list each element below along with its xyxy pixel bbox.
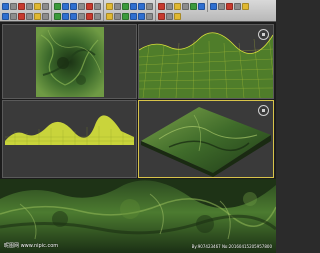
render-setup-icon[interactable] <box>226 2 233 10</box>
unlink-icon[interactable] <box>26 2 33 10</box>
modify-icon[interactable] <box>10 12 17 20</box>
select-filter-icon[interactable] <box>42 2 49 10</box>
undo-icon[interactable] <box>2 2 9 10</box>
field-of-view-icon[interactable] <box>146 12 153 20</box>
bind-icon[interactable] <box>34 2 41 10</box>
systems-icon[interactable] <box>106 12 113 20</box>
window-crossing-icon[interactable] <box>78 2 85 10</box>
spinner-snap-icon[interactable] <box>158 2 165 10</box>
watermark-text: 昵图网 www.nipic.com <box>4 243 59 249</box>
create-icon[interactable] <box>2 12 9 20</box>
3ds-max-workspace: 昵图网 www.nipic.com By:907423467 No:201604… <box>0 0 276 253</box>
orbit-icon[interactable] <box>166 12 173 20</box>
pivot-icon[interactable] <box>122 2 129 10</box>
viewcube-icon[interactable] <box>258 105 269 116</box>
zoom-extents-icon[interactable] <box>138 12 145 20</box>
rendered-frame: 昵图网 www.nipic.com By:907423467 No:201604… <box>0 179 276 253</box>
shapes-icon[interactable] <box>62 12 69 20</box>
watermark-id: By:907423467 No:20160415205957800 <box>191 244 272 249</box>
perspective-terrain <box>139 101 273 177</box>
scale-icon[interactable] <box>106 2 113 10</box>
link-icon[interactable] <box>18 2 25 10</box>
pan-icon[interactable] <box>158 12 165 20</box>
layer-icon[interactable] <box>190 2 197 10</box>
toolbar-separator <box>103 10 104 21</box>
toolbar-row-1 <box>0 0 276 12</box>
hierarchy-icon[interactable] <box>18 12 25 20</box>
snap-icon[interactable] <box>130 2 137 10</box>
spacewarps-icon[interactable] <box>94 12 101 20</box>
toolbar-row-2 <box>0 10 276 21</box>
align-icon[interactable] <box>182 2 189 10</box>
zoom-all-icon[interactable] <box>130 12 137 20</box>
schematic-icon[interactable] <box>210 2 217 10</box>
viewport-left[interactable] <box>2 100 137 178</box>
geometry-icon[interactable] <box>54 12 61 20</box>
toolbar-separator <box>51 10 52 21</box>
utilities-icon[interactable] <box>42 12 49 20</box>
viewcube-icon[interactable] <box>258 29 269 40</box>
curve-editor-icon[interactable] <box>198 2 205 10</box>
rendered-frame-icon[interactable] <box>234 2 241 10</box>
zoom-icon[interactable] <box>122 12 129 20</box>
material-editor-icon[interactable] <box>218 2 225 10</box>
named-selection-icon[interactable] <box>166 2 173 10</box>
rotate-icon[interactable] <box>94 2 101 10</box>
percent-snap-icon[interactable] <box>146 2 153 10</box>
select-by-name-icon[interactable] <box>62 2 69 10</box>
region-select-icon[interactable] <box>70 2 77 10</box>
redo-icon[interactable] <box>10 2 17 10</box>
select-icon[interactable] <box>54 2 61 10</box>
render-icon[interactable] <box>242 2 249 10</box>
viewport-front[interactable] <box>138 24 274 99</box>
display-icon[interactable] <box>34 12 41 20</box>
angle-snap-icon[interactable] <box>138 2 145 10</box>
lights-icon[interactable] <box>70 12 77 20</box>
viewport-top[interactable] <box>2 24 137 99</box>
viewport-perspective[interactable] <box>138 100 274 178</box>
main-toolbar <box>0 0 276 22</box>
grid-icon[interactable] <box>114 12 121 20</box>
cameras-icon[interactable] <box>78 12 85 20</box>
mirror-icon[interactable] <box>174 2 181 10</box>
top-view-terrain <box>3 25 136 98</box>
maximize-viewport-icon[interactable] <box>174 12 181 20</box>
toolbar-separator <box>155 10 156 21</box>
reference-coord-icon[interactable] <box>114 2 121 10</box>
move-icon[interactable] <box>86 2 93 10</box>
helpers-icon[interactable] <box>86 12 93 20</box>
motion-icon[interactable] <box>26 12 33 20</box>
wireframe-terrain-front <box>139 25 273 98</box>
wireframe-terrain-side <box>3 101 136 177</box>
